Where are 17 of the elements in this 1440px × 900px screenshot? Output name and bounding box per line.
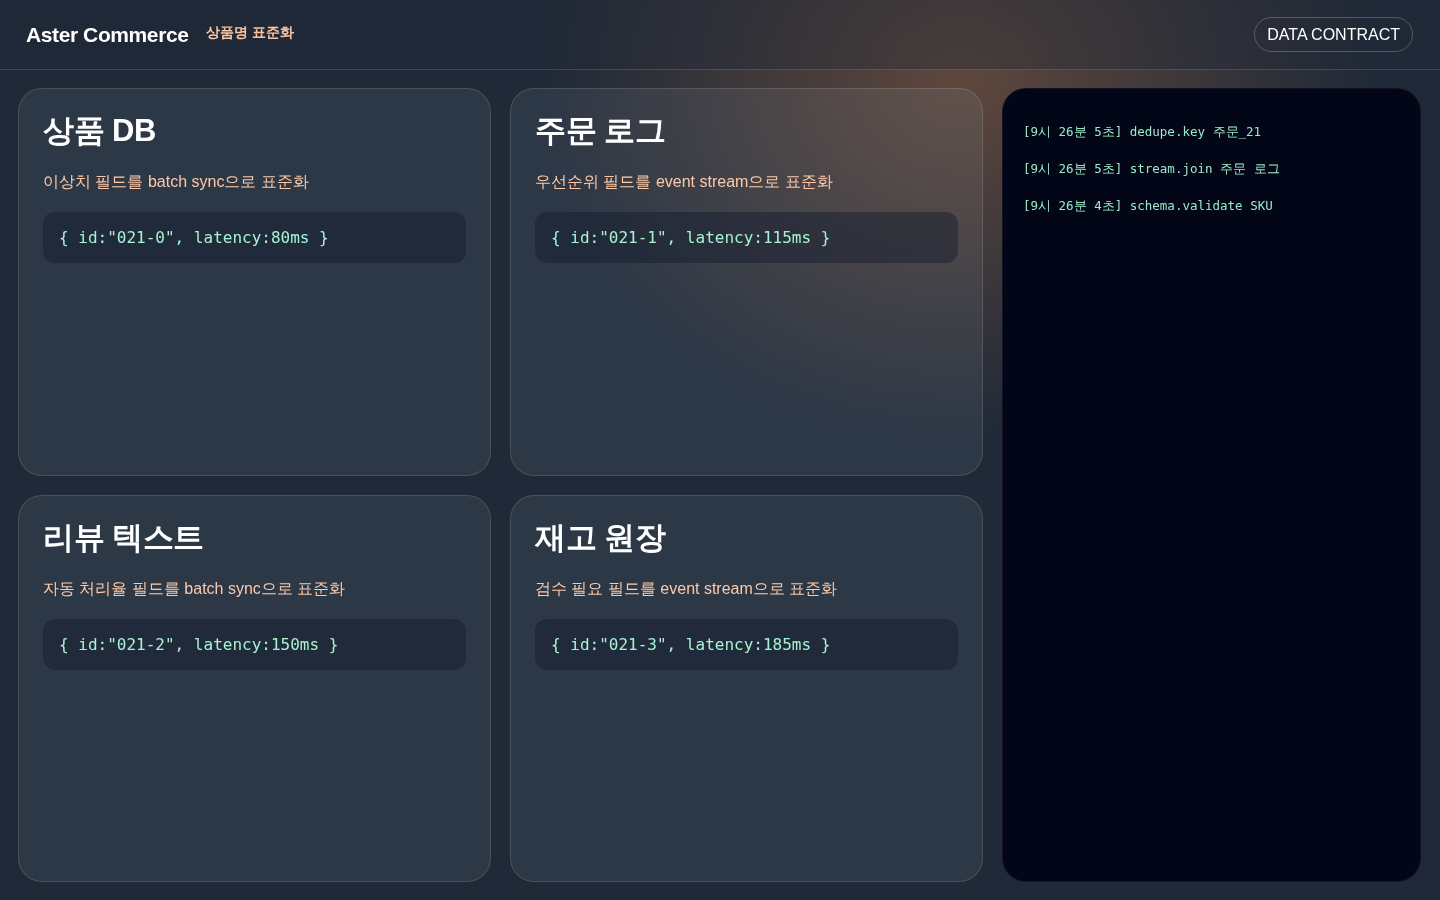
brand-title: Aster Commerce [26,22,189,47]
code-snippet: { id:"021-1", latency:115ms } [535,212,958,263]
code-snippet: { id:"021-3", latency:185ms } [535,618,958,670]
card-title: 리뷰 텍스트 [43,518,205,557]
card-description: 검수 필요 필드를 event stream으로 표준화 [535,578,839,599]
card-description: 이상치 필드를 batch sync으로 표준화 [43,172,310,192]
card-title: 상품 DB [43,112,157,150]
log-line: [9시 26분 4초] schema.validate SKU [1023,197,1274,215]
card-description: 우선순위 필드를 event stream으로 표준화 [535,172,834,192]
code-snippet: { id:"021-0", latency:80ms } [43,212,466,263]
log-line: [9시 26분 5초] stream.join 주문 로그 [1023,160,1281,178]
page-subtitle: 상품명 표준화 [206,24,295,42]
card-title: 주문 로그 [535,112,667,150]
card-description: 자동 처리율 필드를 batch sync으로 표준화 [43,578,347,599]
card-title: 재고 원장 [535,518,667,557]
log-line: [9시 26분 5초] dedupe.key 주문_21 [1023,123,1263,141]
code-snippet: { id:"021-2", latency:150ms } [43,618,466,670]
